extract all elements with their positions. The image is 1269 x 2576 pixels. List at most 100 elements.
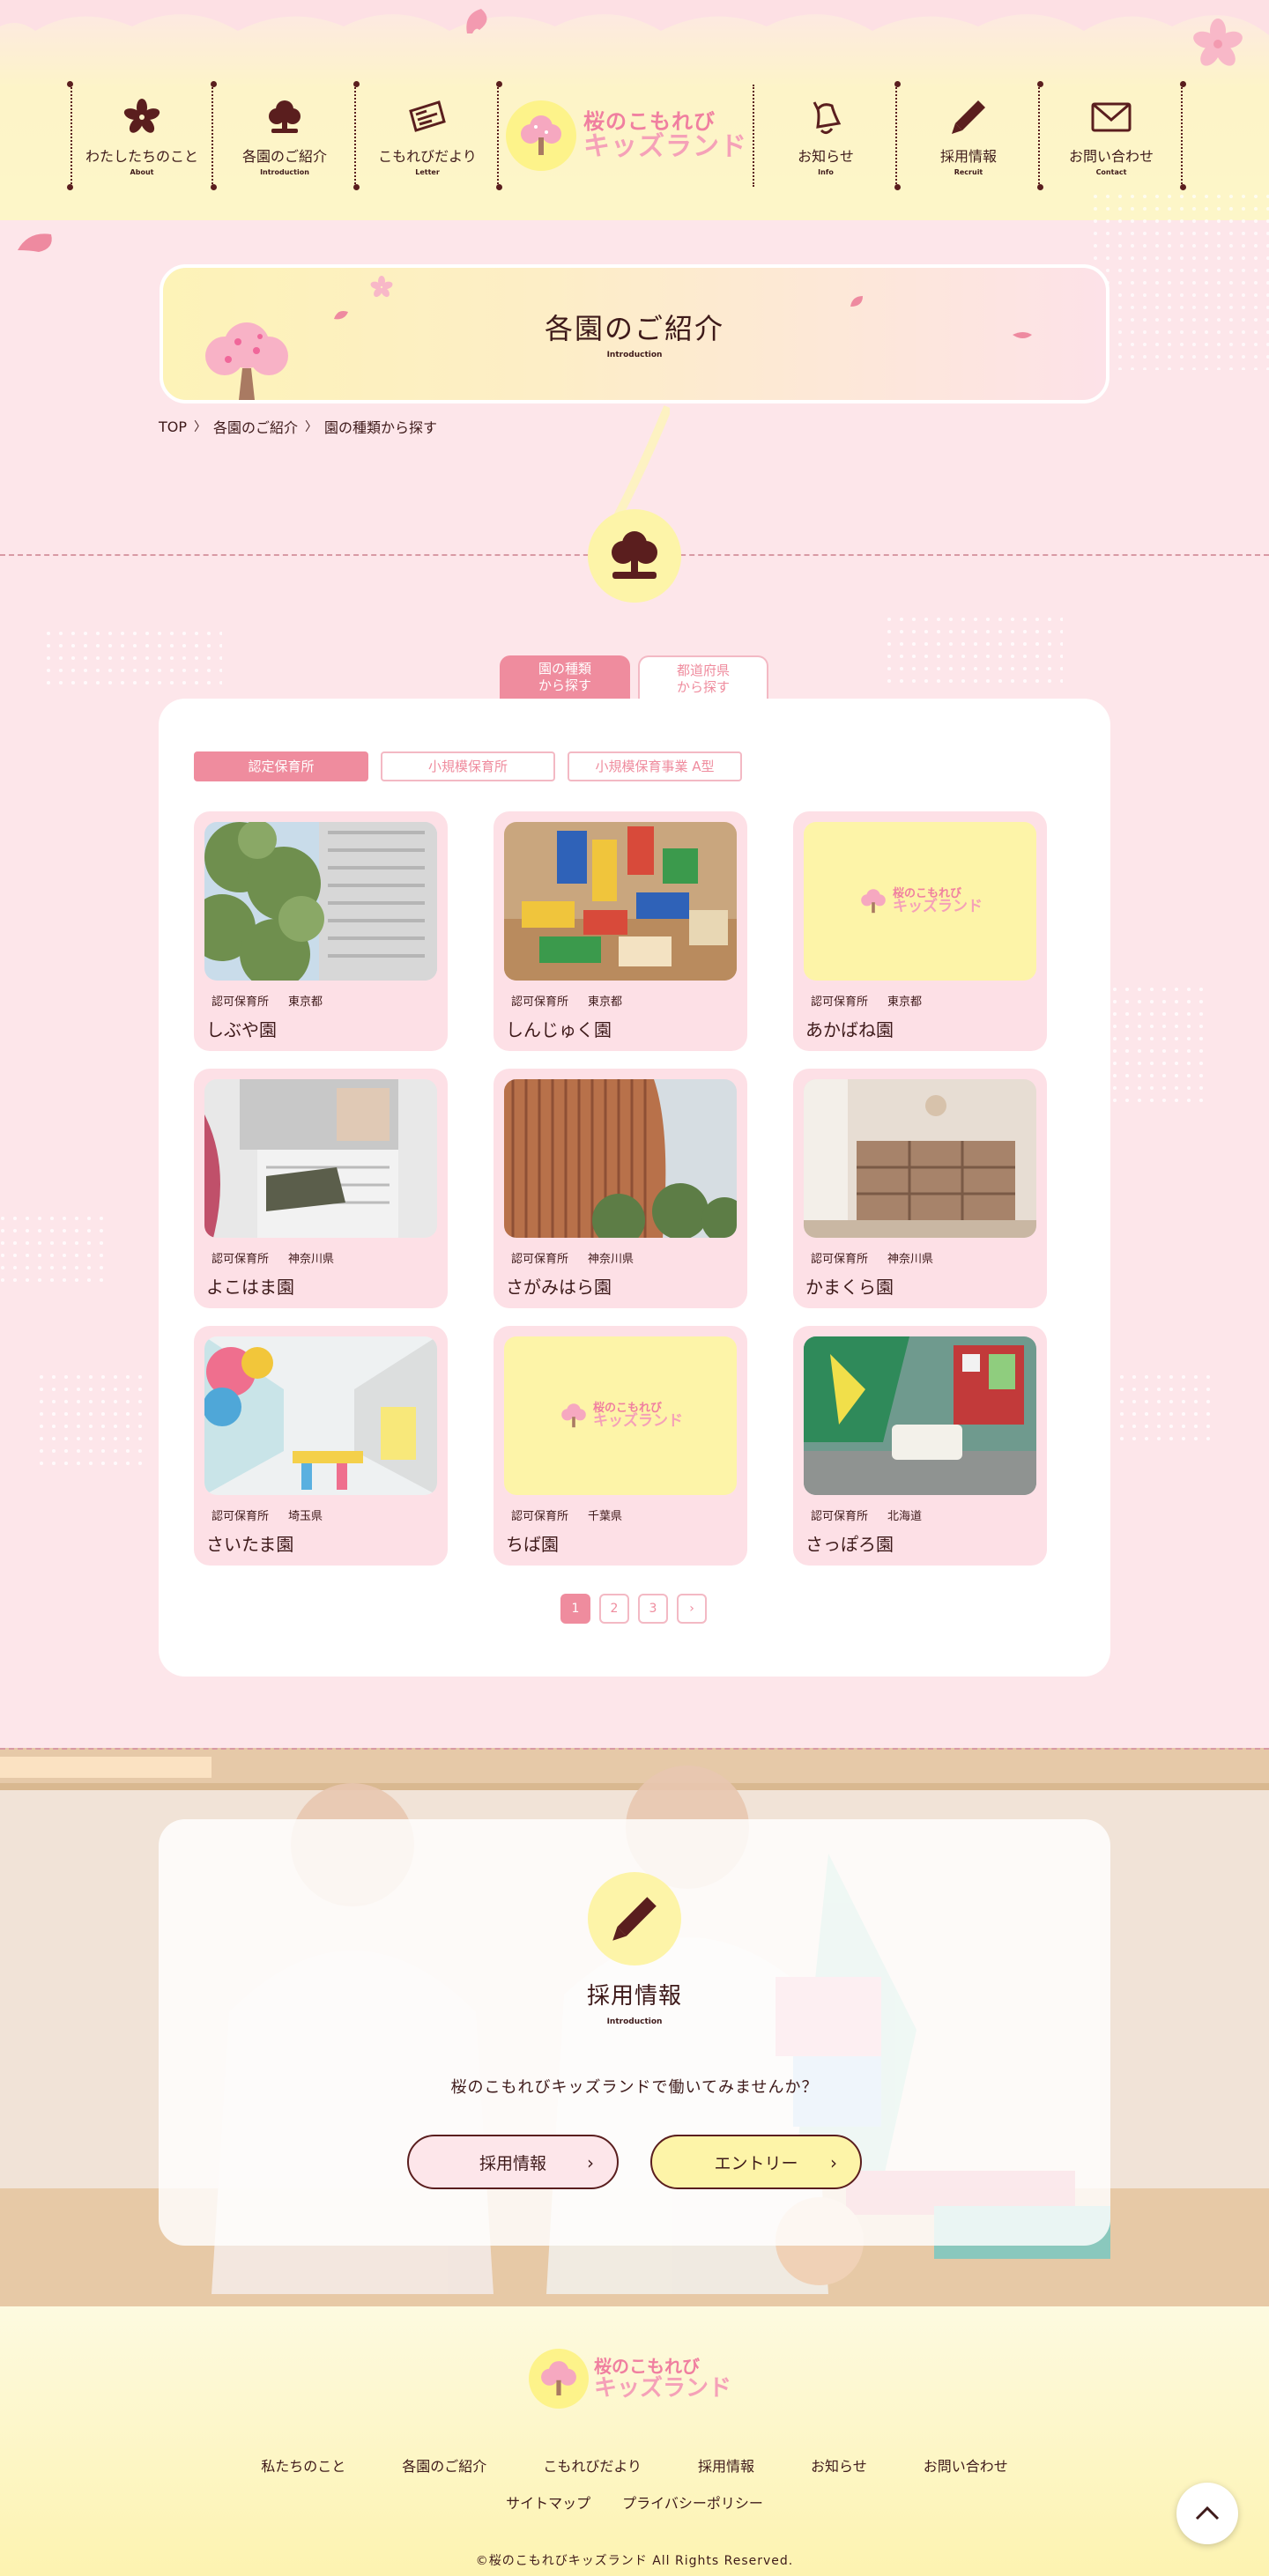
breadcrumb-introduction[interactable]: 各園のご紹介 [213,416,298,437]
footer-nav: 私たちのこと 各園のご紹介 こもれびだより 採用情報 お知らせ お問い合わせ [0,2454,1269,2476]
filter-small-scale-a[interactable]: 小規模保育事業 A型 [568,751,742,781]
light-beam-decoration [612,405,670,520]
nursery-name: しぶや園 [206,1019,277,1040]
footer-link-contact[interactable]: お問い合わせ [924,2454,1008,2476]
footer-link-sitemap[interactable]: サイトマップ [506,2491,590,2513]
nursery-card[interactable]: 認可保育所 東京都 しんじゅく園 [494,811,747,1051]
wood-building-photo [504,1079,737,1238]
nursery-card[interactable]: 認可保育所 北海道 さっぽろ園 [793,1326,1047,1566]
nursery-card[interactable]: 認可保育所 神奈川県 よこはま園 [194,1069,448,1308]
nursery-card[interactable]: 桜のこもれび キッズランド 認可保育所 東京都 あかばね園 [793,811,1047,1051]
recruit-info-label: 採用情報 [479,2153,546,2173]
newspaper-icon [405,95,449,139]
recruit-title: 採用情報 [586,1983,682,2010]
page-title-box: 各園のご紹介 Introduction [160,264,1109,403]
pencil-icon [588,1872,681,1965]
dots-decoration [1119,1374,1216,1445]
logo-tree-icon [861,889,886,914]
nursery-name: さがみはら園 [506,1277,612,1298]
nursery-type-tag: 認可保育所 [212,1253,270,1266]
sakura-decoration [1193,19,1243,66]
tab-label-line1: 都道府県 [676,663,730,678]
site-header: わたしたちのこと About 各園のご紹介 Introduction こもれびだ… [0,0,1269,220]
nav-item-contact[interactable]: お問い合わせ Contact [1040,81,1186,190]
nursery-name: ちば園 [506,1534,559,1555]
nursery-list-panel: 認定保育所 小規模保育所 小規模保育事業 A型 認可保育所 東京都 しぶや園 認可… [159,699,1110,1677]
footer-link-introduction[interactable]: 各園のご紹介 [402,2454,486,2476]
nursery-name: さいたま園 [206,1534,294,1555]
tab-by-type[interactable]: 園の種類 から探す [500,655,630,700]
footer-logo[interactable]: 桜のこもれび キッズランド [529,2349,731,2409]
nav-sublabel: Letter [415,168,440,176]
page-button-2[interactable]: 2 [599,1594,629,1624]
footer-link-privacy[interactable]: プライバシーポリシー [622,2491,763,2513]
nav-item-about[interactable]: わたしたちのこと About [67,81,217,190]
back-to-top-button[interactable] [1176,2483,1238,2544]
nav-sublabel: Recruit [954,168,983,176]
page-button-1[interactable]: 1 [560,1594,590,1624]
header-top-cloud-decoration [0,0,1269,35]
nursery-card[interactable]: 桜のこもれび キッズランド 認可保育所 千葉県 ちば園 [494,1326,747,1566]
tree-icon [263,95,307,139]
nav-label: こもれびだより [378,148,477,165]
tab-by-prefecture[interactable]: 都道府県 から探す [638,655,768,700]
entry-button[interactable]: エントリー › [650,2135,862,2189]
nursery-prefecture-tag: 埼玉県 [288,1510,323,1523]
logo-text-line1: 桜のこもれび [583,109,716,134]
site-logo[interactable]: 桜のこもれび キッズランド [499,81,754,190]
footer-link-info[interactable]: お知らせ [811,2454,867,2476]
blocks-photo [504,822,737,981]
tab-label-line2: から探す [676,679,730,695]
nav-item-recruit[interactable]: 採用情報 Recruit [897,81,1043,190]
nursery-type-tag: 認可保育所 [811,996,869,1009]
filter-small-scale[interactable]: 小規模保育所 [381,751,555,781]
nursery-name: あかばね園 [805,1019,894,1040]
nursery-name: かまくら園 [805,1277,894,1298]
chevron-right-icon: › [830,2152,837,2173]
nursery-card[interactable]: 認可保育所 神奈川県 さがみはら園 [494,1069,747,1308]
nav-item-info[interactable]: お知らせ Info [754,81,901,190]
footer-link-letter[interactable]: こもれびだより [543,2454,642,2476]
site-footer: 桜のこもれび キッズランド 私たちのこと 各園のご紹介 こもれびだより 採用情報… [0,2306,1269,2576]
logo-text-line2: キッズランド [593,1412,683,1430]
nursery-card[interactable]: 認可保育所 東京都 しぶや園 [194,811,448,1051]
breadcrumb: TOP 〉 各園のご紹介 〉 園の種類から探す [159,416,437,437]
sakura-decoration [370,276,393,298]
logo-text-line2: キッズランド [583,131,747,162]
nursery-type-tag: 認可保育所 [511,1510,569,1523]
footer-link-about[interactable]: 私たちのこと [261,2454,345,2476]
page-button-3[interactable]: 3 [638,1594,668,1624]
nursery-name: さっぽろ園 [805,1534,894,1555]
tree-icon [588,509,681,603]
footer-link-recruit[interactable]: 採用情報 [698,2454,754,2476]
footer-subnav: サイトマップ プライバシーポリシー [0,2491,1269,2513]
dots-decoration [46,631,222,692]
petal-decoration [466,9,487,33]
recruit-subtitle: Introduction [606,2017,663,2026]
nursery-prefecture-tag: 神奈川県 [588,1253,634,1266]
hallway-photo [204,1336,437,1495]
logo-placeholder-image: 桜のこもれび キッズランド [504,1336,737,1495]
nav-label: 各園のご紹介 [241,148,327,165]
breadcrumb-top[interactable]: TOP [159,418,187,435]
chevron-right-icon: 〉 [194,420,207,434]
nursery-card[interactable]: 認可保育所 神奈川県 かまくら園 [793,1069,1047,1308]
nursery-card[interactable]: 認可保育所 埼玉県 さいたま園 [194,1326,448,1566]
nursery-type-tag: 認可保育所 [212,1510,270,1523]
nursery-type-tag: 認可保育所 [212,996,270,1009]
nav-item-introduction[interactable]: 各園のご紹介 Introduction [213,81,360,190]
chevron-up-icon [1195,2506,1220,2520]
lobby-photo [804,1336,1036,1495]
logo-text-line2: キッズランド [893,898,983,915]
dots-decoration [887,617,1063,687]
logo-placeholder-image: 桜のこもれび キッズランド [804,822,1036,981]
filter-certified[interactable]: 認定保育所 [194,751,368,781]
building-photo [204,822,437,981]
recruit-info-button[interactable]: 採用情報 › [407,2135,619,2189]
chevron-right-icon: 〉 [305,420,318,434]
nav-item-letter[interactable]: こもれびだより Letter [356,81,502,190]
nursery-prefecture-tag: 北海道 [887,1510,923,1523]
dots-decoration [1093,194,1269,370]
next-page-button[interactable]: › [677,1594,707,1624]
nursery-type-tag: 認可保育所 [511,996,569,1009]
